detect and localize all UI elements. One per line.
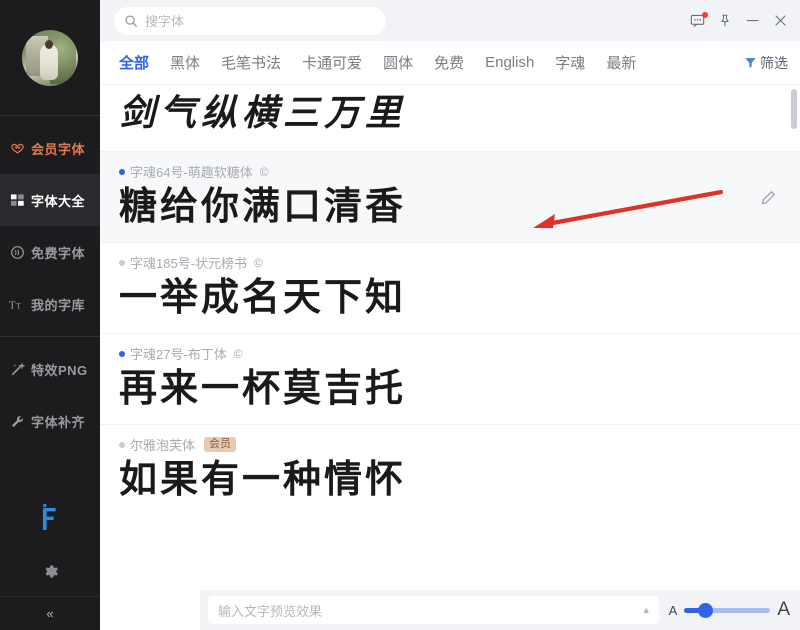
wrench-icon — [9, 413, 25, 429]
search-placeholder: 搜字体 — [145, 14, 185, 29]
table-row[interactable]: 字魂64号-萌趣软糖体 © 糖给你满口清香 — [100, 152, 800, 243]
sidebar-item-vip-fonts[interactable]: 会员字体 — [0, 122, 100, 174]
sidebar-item-font-complete[interactable]: 字体补齐 — [0, 395, 100, 447]
font-sample: 如果有一种情怀 — [119, 457, 407, 501]
sidebar-item-label: 特效PNG — [31, 362, 88, 378]
tab-cartoon[interactable]: 卡通可爱 — [302, 52, 362, 74]
typography-icon: T T — [9, 296, 25, 312]
table-row[interactable]: 剑气纵横三万里 — [100, 85, 800, 152]
notification-dot — [702, 12, 708, 18]
message-icon[interactable] — [690, 12, 708, 28]
font-name: 尔雅泡芙体 — [130, 438, 196, 453]
sidebar-collapse-button[interactable]: « — [0, 596, 100, 630]
svg-text:T: T — [9, 300, 16, 311]
tab-all[interactable]: 全部 — [119, 52, 149, 74]
sidebar-item-label: 会员字体 — [31, 141, 86, 157]
sidebar-item-free-fonts[interactable]: 免费字体 — [0, 226, 100, 278]
avatar-figure — [40, 43, 58, 80]
font-name: 字魂27号-布丁体 — [130, 347, 227, 362]
tab-english[interactable]: English — [485, 54, 534, 72]
sidebar-item-label: 我的字库 — [31, 297, 86, 313]
sidebar-item-label: 字体补齐 — [31, 414, 86, 430]
funnel-icon — [744, 56, 757, 69]
pencil-icon[interactable] — [761, 190, 776, 210]
size-large-label: A — [777, 599, 790, 620]
font-meta: 字魂185号-状元榜书 © — [119, 243, 800, 271]
filter-button[interactable]: 筛选 — [744, 53, 788, 73]
status-dot — [119, 168, 125, 175]
top-bar: 搜字体 — [100, 0, 800, 41]
caret-up-icon[interactable]: ▲ — [642, 605, 651, 615]
status-dot — [119, 441, 125, 448]
font-meta: 尔雅泡芙体 会员 — [119, 425, 800, 453]
close-icon[interactable] — [773, 13, 788, 28]
tab-zihun[interactable]: 字魂 — [555, 52, 585, 74]
sidebar-item-effect-png[interactable]: 特效PNG — [0, 343, 100, 395]
tab-newest[interactable]: 最新 — [606, 52, 636, 74]
font-meta: 字魂27号-布丁体 © — [119, 334, 800, 362]
app-logo — [0, 492, 100, 546]
copyright-icon: © — [233, 346, 243, 361]
gear-icon[interactable] — [0, 546, 100, 596]
window-controls — [690, 12, 792, 28]
filter-label: 筛选 — [760, 54, 788, 71]
size-small-label: A — [668, 602, 678, 618]
sidebar-group-primary: 会员字体 字体大全 免费字体 T T 我的字库 — [0, 116, 100, 336]
status-dot — [119, 259, 125, 266]
slider-knob[interactable] — [698, 602, 714, 618]
app-window: 会员字体 字体大全 免费字体 T T 我的字库 特效PNG 字体补齐 « 搜字体… — [0, 0, 800, 630]
tab-calligraphy[interactable]: 毛笔书法 — [221, 52, 281, 74]
tab-free[interactable]: 免费 — [434, 52, 464, 74]
sidebar-group-tools: 特效PNG 字体补齐 — [0, 337, 100, 453]
table-row[interactable]: 尔雅泡芙体 会员 如果有一种情怀 — [100, 425, 800, 515]
copyright-icon: © — [259, 164, 269, 179]
font-name: 字魂185号-状元榜书 — [130, 256, 248, 271]
magic-wand-icon — [9, 361, 25, 377]
search-icon — [124, 14, 138, 28]
main-area: 搜字体 全部 黑体 毛笔书法 卡通可爱 圆体 免费 English 字魂 最新 … — [100, 0, 800, 630]
table-row[interactable]: 字魂27号-布丁体 © 再来一杯莫吉托 — [100, 334, 800, 425]
status-dot — [119, 350, 125, 357]
font-name: 字魂64号-萌趣软糖体 — [130, 165, 253, 180]
grid-icon — [9, 192, 25, 208]
svg-text:T: T — [16, 301, 21, 310]
tab-heiti[interactable]: 黑体 — [170, 52, 200, 74]
preview-bar: 输入文字预览效果 ▲ A A — [200, 590, 800, 630]
font-size-slider[interactable] — [684, 602, 771, 618]
font-meta: 字魂64号-萌趣软糖体 © — [119, 152, 800, 180]
sidebar-item-my-library[interactable]: T T 我的字库 — [0, 278, 100, 330]
table-row[interactable]: 字魂185号-状元榜书 © 一举成名天下知 — [100, 243, 800, 334]
avatar-area[interactable] — [0, 0, 100, 115]
avatar[interactable] — [22, 29, 78, 86]
font-sample: 再来一杯莫吉托 — [119, 366, 407, 410]
free-icon — [9, 244, 25, 260]
tab-round[interactable]: 圆体 — [383, 52, 413, 74]
collapse-icon: « — [46, 606, 54, 621]
category-tabs: 全部 黑体 毛笔书法 卡通可爱 圆体 免费 English 字魂 最新 筛选 — [100, 41, 800, 85]
copyright-icon: © — [254, 255, 263, 270]
sidebar: 会员字体 字体大全 免费字体 T T 我的字库 特效PNG 字体补齐 « — [0, 0, 100, 630]
pin-icon[interactable] — [718, 13, 732, 28]
crown-icon — [9, 140, 25, 156]
vertical-scrollbar[interactable] — [791, 89, 797, 129]
font-sample: 一举成名天下知 — [119, 275, 407, 319]
search-input[interactable]: 搜字体 — [114, 6, 386, 35]
minimize-icon[interactable] — [745, 13, 760, 28]
preview-text-input[interactable]: 输入文字预览效果 ▲ — [208, 596, 659, 624]
font-sample: 糖给你满口清香 — [119, 184, 407, 228]
avatar-head — [45, 39, 53, 49]
preview-placeholder: 输入文字预览效果 — [218, 603, 323, 619]
font-size-control: A A — [669, 599, 790, 621]
sidebar-item-label: 字体大全 — [31, 193, 86, 209]
status-badge: 会员 — [204, 436, 237, 453]
font-list[interactable]: 剑气纵横三万里 字魂64号-萌趣软糖体 © 糖给你满口清香 字魂185号-状元榜… — [100, 85, 800, 630]
sidebar-item-all-fonts[interactable]: 字体大全 — [0, 174, 100, 226]
font-sample: 剑气纵横三万里 — [119, 92, 407, 134]
sidebar-item-label: 免费字体 — [31, 245, 86, 261]
